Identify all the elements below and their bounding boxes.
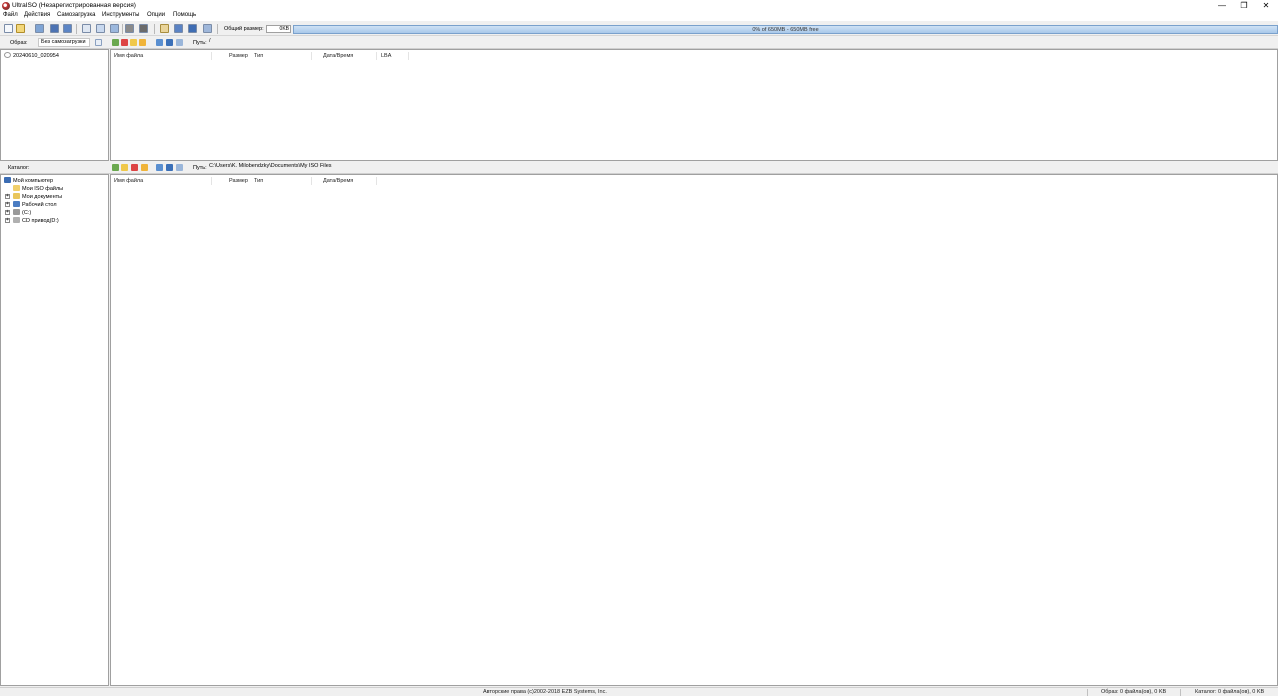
total-size-label: Общий размер:: [224, 26, 264, 32]
mount-icon[interactable]: [139, 24, 148, 33]
column-filename[interactable]: Имя файла: [114, 53, 143, 59]
image-tree-root[interactable]: 20240610_020954: [4, 52, 59, 59]
expand-cd-drive-button[interactable]: +: [5, 218, 10, 223]
menu-actions[interactable]: Действия: [24, 12, 50, 18]
tree-item-cd-drive[interactable]: CD привод(D:): [13, 217, 59, 224]
extract-icon[interactable]: [35, 24, 44, 33]
status-image-info: Образ: 0 файла(ов), 0 KB: [1101, 689, 1167, 695]
total-size-value: 0KB: [266, 25, 291, 33]
main-toolbar: Общий размер: 0KB 0% of 650MB - 650MB fr…: [0, 22, 1278, 36]
new-folder-icon[interactable]: [130, 39, 137, 46]
tree-item-label: (C:): [22, 210, 32, 216]
image-path-label: Путь:: [193, 40, 207, 46]
ultraiso-app-icon: [2, 2, 10, 10]
disc-icon: [4, 52, 11, 58]
image-tree-root-label: 20240610_020954: [13, 53, 59, 59]
rename-icon[interactable]: [139, 39, 146, 46]
tree-item-label: Мои ISO файлы: [22, 186, 64, 192]
menu-options[interactable]: Опции: [147, 12, 165, 18]
tree-item-label: Мои документы: [22, 194, 63, 200]
catalog-path-label: Путь:: [193, 165, 207, 171]
make-cd-image-icon[interactable]: [96, 24, 105, 33]
tree-item-drive-c[interactable]: (C:): [13, 209, 31, 216]
exit-icon[interactable]: [203, 24, 212, 33]
computer-icon: [4, 177, 11, 183]
menu-tools[interactable]: Инструменты: [102, 12, 139, 18]
status-copyright: Авторские права (c)2002-2018 EZB Systems…: [483, 689, 607, 695]
burn-icon[interactable]: [125, 24, 134, 33]
catalog-column-filename[interactable]: Имя файла: [114, 178, 143, 184]
cd-drive-icon: [13, 217, 20, 223]
image-file-list[interactable]: Имя файла Размер Тип Дата/Время LBA: [110, 49, 1278, 161]
save-icon[interactable]: [50, 24, 59, 33]
image-tree-panel: 20240610_020954: [0, 49, 109, 161]
title-bar: UltraISO (Незарегистрированная версия) —…: [0, 0, 1278, 11]
menu-file[interactable]: Файл: [3, 12, 18, 18]
catalog-column-size[interactable]: Размер: [229, 178, 248, 184]
menu-bootable[interactable]: Самозагрузка: [57, 12, 96, 18]
image-label: Образ:: [10, 40, 28, 46]
column-lba[interactable]: LBA: [381, 53, 391, 59]
tree-item-label: Мой компьютер: [13, 178, 54, 184]
catalog-column-type[interactable]: Тип: [254, 178, 263, 184]
add-file-icon[interactable]: [156, 39, 163, 46]
catalog-column-datetime[interactable]: Дата/Время: [323, 178, 353, 184]
status-catalog-info: Каталог: 0 файла(ов), 0 KB: [1195, 689, 1265, 695]
column-type[interactable]: Тип: [254, 53, 263, 59]
extract-to-icon[interactable]: [82, 24, 91, 33]
catalog-refresh-icon[interactable]: [176, 164, 183, 171]
boot-type-field[interactable]: Без самозагрузки: [38, 38, 90, 47]
tree-item-label: CD привод(D:): [22, 218, 59, 224]
up-folder-icon[interactable]: [112, 39, 119, 46]
tree-item-desktop[interactable]: Рабочий стол: [13, 201, 57, 208]
restore-button[interactable]: ❐: [1233, 0, 1255, 11]
documents-icon: [13, 193, 20, 199]
catalog-new-folder-icon[interactable]: [121, 164, 128, 171]
image-pane-toolbar: Образ: Без самозагрузки Путь: /: [0, 37, 1278, 49]
properties-icon[interactable]: [160, 24, 169, 33]
help-icon[interactable]: [188, 24, 197, 33]
catalog-rename-icon[interactable]: [141, 164, 148, 171]
status-bar: Авторские права (c)2002-2018 EZB Systems…: [0, 687, 1278, 696]
delete-icon[interactable]: [121, 39, 128, 46]
catalog-delete-icon[interactable]: [131, 164, 138, 171]
drive-icon: [13, 209, 20, 215]
expand-documents-button[interactable]: +: [5, 194, 10, 199]
close-button[interactable]: ✕: [1255, 0, 1277, 11]
capacity-bar: 0% of 650MB - 650MB free: [293, 25, 1278, 34]
catalog-add-icon[interactable]: [156, 164, 163, 171]
catalog-label: Каталог:: [8, 165, 30, 171]
tree-item-my-computer[interactable]: Мой компьютер: [4, 177, 53, 184]
capacity-text: 0% of 650MB - 650MB free: [752, 27, 819, 33]
image-path-field[interactable]: /: [207, 38, 1278, 47]
info-icon[interactable]: [174, 24, 183, 33]
boot-properties-icon[interactable]: [95, 39, 102, 46]
tree-item-label: Рабочий стол: [22, 202, 57, 208]
window-title: UltraISO (Незарегистрированная версия): [12, 2, 136, 9]
compress-icon[interactable]: [110, 24, 119, 33]
catalog-file-list[interactable]: Имя файла Размер Тип Дата/Время: [110, 174, 1278, 686]
desktop-icon: [13, 201, 20, 207]
menu-bar: Файл Действия Самозагрузка Инструменты О…: [0, 11, 1278, 21]
expand-drive-c-button[interactable]: +: [5, 210, 10, 215]
open-icon[interactable]: [16, 24, 25, 33]
catalog-up-folder-icon[interactable]: [112, 164, 119, 171]
catalog-path-field[interactable]: C:\Users\K. Milobendzky\Documents\My ISO…: [207, 163, 1278, 172]
catalog-settings-icon[interactable]: [166, 164, 173, 171]
refresh-icon[interactable]: [176, 39, 183, 46]
column-size[interactable]: Размер: [229, 53, 248, 59]
catalog-tree-panel: Мой компьютер Мои ISO файлы + Мои докуме…: [0, 174, 109, 686]
tree-item-my-documents[interactable]: Мои документы: [13, 193, 62, 200]
expand-desktop-button[interactable]: +: [5, 202, 10, 207]
settings-icon[interactable]: [166, 39, 173, 46]
column-datetime[interactable]: Дата/Время: [323, 53, 353, 59]
menu-help[interactable]: Помощь: [173, 12, 196, 18]
save-as-icon[interactable]: [63, 24, 72, 33]
tree-item-my-iso-files[interactable]: Мои ISO файлы: [13, 185, 63, 192]
minimize-button[interactable]: —: [1211, 0, 1233, 11]
folder-icon: [13, 185, 20, 191]
catalog-pane-toolbar: Каталог: Путь: C:\Users\K. Milobendzky\D…: [0, 162, 1278, 174]
new-icon[interactable]: [4, 24, 13, 33]
